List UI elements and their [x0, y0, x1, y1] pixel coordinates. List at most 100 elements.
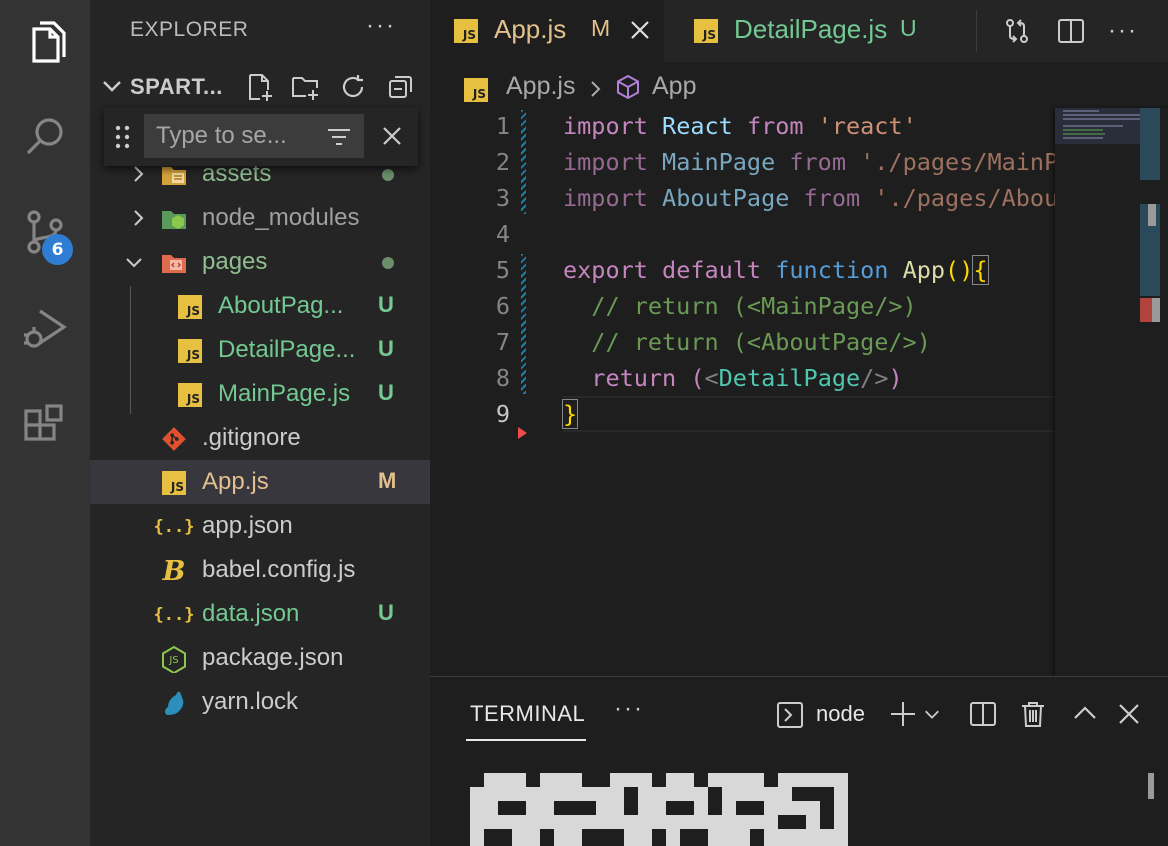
line-number: 6	[495, 292, 510, 320]
chevron-down-icon[interactable]	[920, 697, 944, 731]
tree-item-aboutpage[interactable]: JS AboutPag... U	[90, 284, 430, 328]
extensions-icon[interactable]	[0, 382, 90, 470]
js-file-icon: JS	[454, 19, 478, 43]
collapse-all-icon[interactable]	[384, 70, 418, 104]
tree-item-detailpage[interactable]: JS DetailPage... U	[90, 328, 430, 372]
maximize-panel-icon[interactable]	[1068, 697, 1102, 731]
terminal-shell-name[interactable]: node	[816, 701, 865, 727]
js-file-icon: JS	[176, 337, 204, 365]
code-token: App	[902, 256, 946, 284]
code-line-9: }	[561, 396, 579, 432]
trash-icon[interactable]	[1016, 697, 1050, 731]
code-token: }	[561, 399, 579, 429]
line-number: 7	[495, 328, 510, 356]
tree-item-app-js[interactable]: JS App.js M	[90, 460, 430, 504]
split-editor-icon[interactable]	[1054, 14, 1088, 48]
git-status: U	[378, 380, 394, 405]
explorer-more-button[interactable]: ···	[366, 12, 396, 40]
code-token: import	[563, 112, 648, 140]
js-file-icon: JS	[694, 19, 718, 43]
explorer-icon[interactable]	[0, 0, 90, 88]
code-line-7: // return (<AboutPage/>)	[563, 324, 931, 360]
open-changes-icon[interactable]	[1000, 14, 1034, 48]
tab-detailpage-js[interactable]: JS DetailPage.js U	[664, 0, 970, 62]
code-line-1: import React from 'react'	[563, 108, 917, 144]
json-file-icon: {..}	[153, 605, 195, 625]
close-icon[interactable]	[627, 17, 653, 43]
scrollbar-thumb[interactable]	[1152, 298, 1160, 322]
folder-node-icon	[160, 205, 188, 233]
tab-terminal[interactable]: TERMINAL	[470, 701, 585, 727]
git-file-icon	[160, 425, 188, 453]
tree-item-label: yarn.lock	[202, 688, 299, 715]
panel-more-button[interactable]: ···	[614, 695, 644, 723]
folder-pages-icon	[160, 249, 188, 277]
explorer-title: EXPLORER	[130, 18, 249, 41]
explorer-sidebar: EXPLORER ··· SPART... assets	[90, 0, 430, 846]
editor-tabs: JS App.js M JS DetailPage.js U ···	[430, 0, 1168, 62]
line-number: 5	[495, 256, 510, 284]
editor-more-button[interactable]: ···	[1106, 14, 1140, 48]
workspace-section-header[interactable]: SPART...	[90, 64, 430, 108]
tree-item-app-json[interactable]: {..} app.json	[90, 504, 430, 548]
git-status: U	[378, 292, 394, 317]
code-token: DetailPage	[718, 364, 861, 392]
code-token: React	[662, 112, 733, 140]
breadcrumb-symbol[interactable]: App	[652, 72, 696, 101]
scrollbar-thumb[interactable]	[1148, 204, 1156, 226]
drag-handle-icon[interactable]	[114, 124, 132, 150]
source-control-icon[interactable]	[0, 188, 90, 276]
code-token: ()	[945, 256, 974, 284]
close-icon[interactable]	[1112, 697, 1146, 731]
line-number: 3	[495, 184, 510, 212]
tree-item-label: package.json	[202, 644, 344, 671]
tree-item-babel-config[interactable]: B babel.config.js	[90, 548, 430, 592]
filter-icon[interactable]	[326, 124, 352, 150]
add-terminal-icon[interactable]	[886, 697, 920, 731]
code-token: )	[888, 364, 903, 392]
code-line-3: import AboutPage from './pages/About	[563, 180, 1072, 216]
js-file-icon: JS	[464, 78, 488, 102]
minimap[interactable]	[1055, 108, 1168, 676]
tree-item-package-json[interactable]: JS package.json	[90, 636, 430, 680]
code-editor[interactable]: 1 2 3 4 5 6 7 8 9 import React from 'rea…	[430, 108, 1072, 676]
tab-divider	[976, 10, 977, 52]
code-token: MainPage	[662, 148, 776, 176]
js-file-icon: JS	[176, 381, 204, 409]
tab-app-js[interactable]: JS App.js M	[430, 0, 664, 62]
code-token: function	[775, 256, 889, 284]
tree-item-label: node_modules	[202, 204, 360, 231]
code-token: (	[690, 364, 705, 392]
code-comment: // return (<AboutPage/>)	[591, 328, 931, 356]
run-debug-icon[interactable]	[0, 284, 90, 372]
tree-item-label: babel.config.js	[202, 556, 356, 583]
tree-item-pages[interactable]: pages	[90, 240, 430, 284]
breadcrumb-file[interactable]: App.js	[506, 72, 575, 101]
tree-item-mainpage[interactable]: JS MainPage.js U	[90, 372, 430, 416]
tree-item-data-json[interactable]: {..} data.json U	[90, 592, 430, 636]
babel-icon: B	[162, 555, 186, 587]
tree-item-node-modules[interactable]: node_modules	[90, 196, 430, 240]
active-tab-underline	[466, 739, 586, 741]
tree-item-yarn-lock[interactable]: yarn.lock	[90, 680, 430, 724]
new-file-icon[interactable]	[242, 70, 276, 104]
overview-ruler-deleted	[1140, 298, 1152, 322]
tab-label: App.js	[494, 14, 567, 44]
status-dot	[382, 169, 394, 181]
activity-bar: 6	[0, 0, 90, 846]
refresh-icon[interactable]	[336, 70, 370, 104]
tree-item-label: .gitignore	[202, 424, 301, 451]
chevron-right-icon	[591, 81, 601, 97]
tree-item-gitignore[interactable]: .gitignore	[90, 416, 430, 460]
terminal-scrollbar[interactable]	[1148, 773, 1154, 799]
close-icon[interactable]	[378, 122, 406, 150]
split-terminal-icon[interactable]	[966, 697, 1000, 731]
tab-label: DetailPage.js	[734, 14, 888, 44]
search-icon[interactable]	[0, 92, 90, 180]
code-line-8: return (<DetailPage/>)	[563, 360, 903, 396]
js-file-icon: JS	[160, 469, 188, 497]
tab-status: M	[591, 15, 611, 41]
workspace-title: SPART...	[130, 74, 223, 99]
gutter-deleted-marker	[518, 427, 527, 439]
new-folder-icon[interactable]	[288, 70, 322, 104]
